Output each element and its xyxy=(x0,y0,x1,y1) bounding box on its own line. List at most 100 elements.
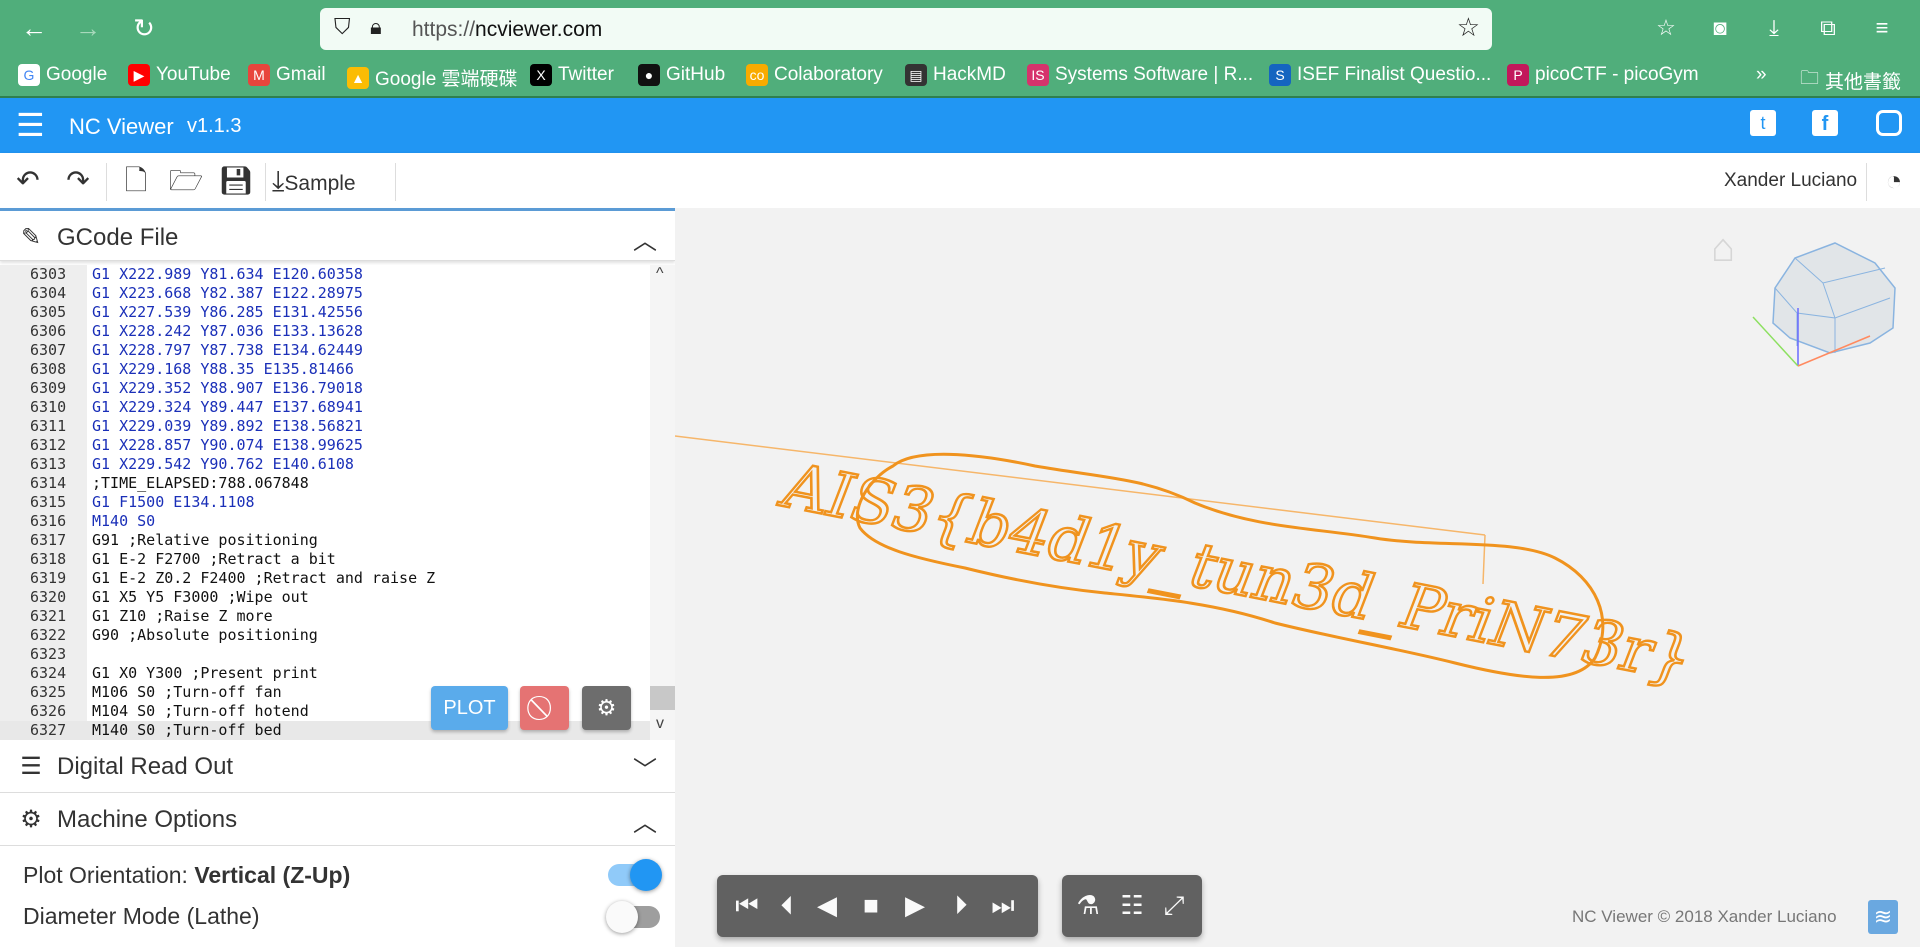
dro-panel-header[interactable]: ☰ Digital Read Out ﹀ xyxy=(0,740,675,793)
diameter-mode-toggle[interactable] xyxy=(606,901,660,933)
code-line[interactable]: 6311 G1 X229.039 Y89.892 E138.56821 xyxy=(0,417,650,436)
code-line[interactable]: 6309 G1 X229.352 Y88.907 E136.79018 xyxy=(0,379,650,398)
line-number: 6326 xyxy=(30,702,67,720)
code-line[interactable]: 6303 G1 X222.989 Y81.634 E120.60358 xyxy=(0,265,650,284)
line-number: 6305 xyxy=(30,303,67,321)
collections-icon[interactable]: ☆ xyxy=(1648,10,1684,46)
code-line[interactable]: 6323 xyxy=(0,645,650,664)
twitter-icon[interactable]: t xyxy=(1750,110,1776,136)
sliders-icon[interactable]: ☷ xyxy=(1114,889,1150,921)
facebook-icon[interactable]: f xyxy=(1812,110,1838,136)
play-reverse-icon[interactable]: ◀ xyxy=(809,889,845,921)
undo-icon[interactable]: ↶ xyxy=(10,163,46,199)
step-back-icon[interactable]: ⏴ xyxy=(769,889,805,921)
shield-icon[interactable]: ⛉ xyxy=(334,14,351,40)
bookmark-item[interactable]: ▤ HackMD xyxy=(905,64,1006,86)
save-icon[interactable]: 💾︎ xyxy=(218,163,254,199)
pocket-icon[interactable]: ◙ xyxy=(1702,10,1738,46)
settings-gear-icon[interactable]: ⚙ xyxy=(582,686,631,730)
code-line[interactable]: 6319 G1 E-2 Z0.2 F2400 ;Retract and raise… xyxy=(0,569,650,588)
code-line[interactable]: 6315 G1 F1500 E134.1108 xyxy=(0,493,650,512)
bookmark-item[interactable]: G Google xyxy=(18,64,107,86)
cancel-icon[interactable]: ⃠ xyxy=(520,686,569,730)
reload-icon[interactable]: ↻ xyxy=(126,10,162,46)
other-bookmarks-folder[interactable]: 🗀︎ 其他書籤 xyxy=(1800,64,1901,96)
plot-orientation-text: Plot Orientation: xyxy=(23,862,195,888)
author-name[interactable]: Xander Luciano xyxy=(1724,170,1857,192)
bookmark-favicon-icon: X xyxy=(530,64,552,86)
redo-icon[interactable]: ↷ xyxy=(60,163,96,199)
line-number: 6311 xyxy=(30,417,67,435)
bookmark-item[interactable]: IS Systems Software | R... xyxy=(1027,64,1253,86)
back-icon[interactable]: ← xyxy=(16,10,52,46)
gcode-editor[interactable]: 6303 G1 X222.989 Y81.634 E120.60358 6304 G1… xyxy=(0,265,650,740)
chevron-down-icon[interactable]: ﹀ xyxy=(633,750,657,785)
skip-to-end-icon[interactable]: ⏭ xyxy=(985,889,1021,921)
sample-button[interactable]: ⤓Sample xyxy=(272,163,392,199)
step-forward-icon[interactable]: ⏵ xyxy=(943,889,979,921)
flask-icon[interactable]: ⚗ xyxy=(1070,889,1106,921)
fullscreen-icon[interactable]: ⤢ xyxy=(1156,889,1192,921)
bookmark-item[interactable]: PpicoCTF - picoGym xyxy=(1507,64,1699,86)
scroll-up-icon[interactable]: ^ xyxy=(656,265,664,283)
editor-scrollbar[interactable]: ^ v xyxy=(650,265,675,740)
bookmark-label: HackMD xyxy=(933,64,1006,85)
address-bar[interactable]: ⛉ 🔒︎ https://ncviewer.com ☆ xyxy=(320,8,1492,50)
new-file-icon[interactable]: 🗋︎ xyxy=(118,163,154,199)
skip-to-start-icon[interactable]: ⏮ xyxy=(729,889,765,921)
code-line[interactable]: 6320 G1 X5 Y5 F3000 ;Wipe out xyxy=(0,588,650,607)
code-line[interactable]: 6310 G1 X229.324 Y89.447 E137.68941 xyxy=(0,398,650,417)
line-number: 6319 xyxy=(30,569,67,587)
code-line[interactable]: 6305 G1 X227.539 Y86.285 E131.42556 xyxy=(0,303,650,322)
lock-icon[interactable]: 🔒︎ xyxy=(370,14,382,40)
bookmark-item[interactable]: M Gmail xyxy=(248,64,326,86)
chevron-up-icon[interactable]: ︿ xyxy=(633,803,657,838)
gcode-panel-header[interactable]: ✎ GCode File ︿ xyxy=(0,208,675,261)
bookmark-item[interactable]: S ISEF Finalist Questio... xyxy=(1269,64,1491,86)
code-line[interactable]: 6313 G1 X229.542 Y90.762 E140.6108 xyxy=(0,455,650,474)
code-line[interactable]: 6317 G91 ;Relative positioning xyxy=(0,531,650,550)
code-line[interactable]: 6321 G1 Z10 ;Raise Z more xyxy=(0,607,650,626)
forward-icon[interactable]: → xyxy=(70,10,106,46)
url-text[interactable]: https://ncviewer.com xyxy=(412,18,602,42)
code-line[interactable]: 6314 ;TIME_ELAPSED:788.067848 xyxy=(0,474,650,493)
extensions-icon[interactable]: ⧉ xyxy=(1810,10,1846,46)
scroll-thumb[interactable] xyxy=(650,686,675,710)
bookmark-item[interactable]: X Twitter xyxy=(530,64,614,86)
instagram-icon[interactable] xyxy=(1876,110,1902,136)
code-line[interactable]: 6307 G1 X228.797 Y87.738 E134.62449 xyxy=(0,341,650,360)
bookmark-item[interactable]: co Colaboratory xyxy=(746,64,883,86)
hamburger-menu-icon[interactable]: ☰ xyxy=(16,106,45,144)
3d-viewer[interactable]: ⌂ AIS3{b4d1y_tun3d_PriN73r} xyxy=(675,208,1920,947)
stop-icon[interactable]: ■ xyxy=(853,889,889,921)
code-line[interactable]: 6312 G1 X228.857 Y90.074 E138.99625 xyxy=(0,436,650,455)
code-line[interactable]: 6308 G1 X229.168 Y88.35 E135.81466 xyxy=(0,360,650,379)
open-folder-icon[interactable]: 🗁︎ xyxy=(166,163,206,199)
bookmark-item[interactable]: ● GitHub xyxy=(638,64,725,86)
menu-icon[interactable]: ≡ xyxy=(1864,10,1900,46)
plot-orientation-toggle[interactable] xyxy=(608,859,662,891)
divider xyxy=(265,163,266,201)
download-icon[interactable]: ⤓ xyxy=(1756,10,1792,46)
code-line[interactable]: 6318 G1 E-2 F2700 ;Retract a bit xyxy=(0,550,650,569)
chevron-up-icon[interactable]: ︿ xyxy=(633,221,657,256)
edit-icon: ✎ xyxy=(20,224,42,251)
scroll-down-icon[interactable]: v xyxy=(656,715,664,733)
app-header: ☰ NC Viewer v1.1.3 t f xyxy=(0,98,1920,153)
machine-options-title: Machine Options xyxy=(57,806,238,833)
bookmark-item[interactable]: ▲ Google 雲端硬碟 xyxy=(347,64,518,91)
machine-options-header[interactable]: ⚙ Machine Options ︿ xyxy=(0,793,675,846)
bookmark-label: GitHub xyxy=(666,64,726,85)
line-number: 6318 xyxy=(30,550,67,568)
play-icon[interactable]: ▶ xyxy=(897,889,933,921)
dashboard-gauge-icon[interactable]: ◔ xyxy=(1876,163,1912,199)
code-line[interactable]: 6316 M140 S0 xyxy=(0,512,650,531)
more-bookmarks-chevron-icon[interactable]: » xyxy=(1756,64,1767,86)
bookmark-star-icon[interactable]: ☆ xyxy=(1457,12,1480,43)
plot-button[interactable]: PLOT xyxy=(431,686,508,730)
code-line[interactable]: 6304 G1 X223.668 Y82.387 E122.28975 xyxy=(0,284,650,303)
code-line[interactable]: 6306 G1 X228.242 Y87.036 E133.13628 xyxy=(0,322,650,341)
bookmark-item[interactable]: ▶ YouTube xyxy=(128,64,231,86)
code-line[interactable]: 6322 G90 ;Absolute positioning xyxy=(0,626,650,645)
code-line[interactable]: 6324 G1 X0 Y300 ;Present print xyxy=(0,664,650,683)
